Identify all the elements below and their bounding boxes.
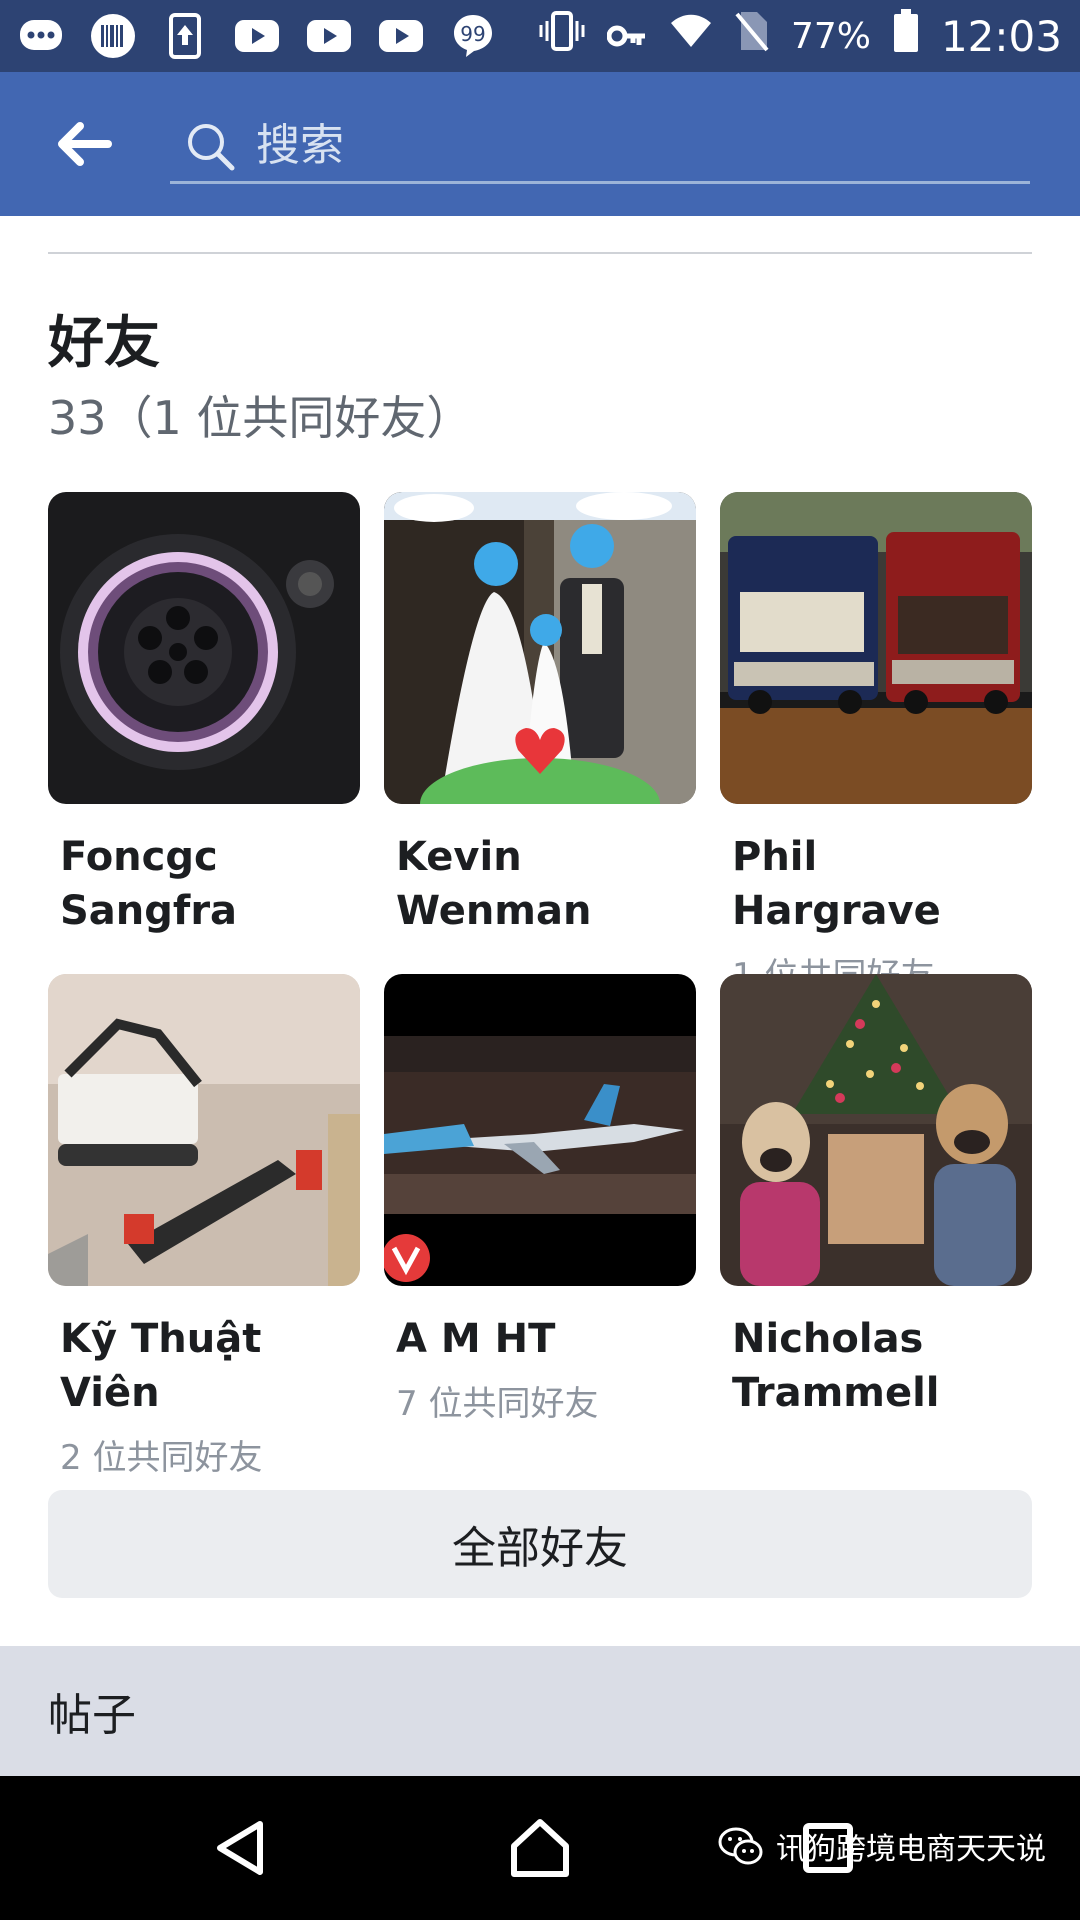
search-icon [188, 123, 235, 170]
svg-text:99: 99 [460, 22, 485, 46]
watermark: 讯狗跨境电商天天说 [718, 1824, 1046, 1868]
friend-photo[interactable] [384, 492, 696, 804]
barcode-icon [90, 13, 136, 59]
wechat-icon [718, 1827, 763, 1865]
upload-icon [162, 13, 208, 59]
friend-photo[interactable] [720, 492, 1032, 804]
posts-section-header: 帖子 [0, 1646, 1080, 1776]
vibrate-icon [539, 11, 585, 61]
posts-section-title: 帖子 [48, 1690, 136, 1741]
friend-name[interactable]: A M HT [384, 1312, 696, 1366]
friend-mutual: 2 位共同好友 [60, 1438, 263, 1478]
back-button[interactable] [34, 94, 134, 194]
back-arrow-icon [58, 122, 112, 166]
friend-card[interactable]: Kevin Wenman [384, 492, 696, 948]
friends-section-title: 好友 [48, 311, 160, 376]
clock: 12:03 [940, 11, 1062, 61]
status-bar: 99 77% 12:03 [0, 0, 1080, 72]
back-triangle-icon [217, 1821, 263, 1875]
wifi-icon [669, 13, 713, 59]
friend-card[interactable]: Nicholas Trammell [720, 974, 1032, 1430]
no-sim-icon [735, 10, 769, 62]
youtube-icon [234, 13, 280, 59]
all-friends-button[interactable]: 全部好友 [48, 1490, 1032, 1598]
friend-mutual: 7 位共同好友 [396, 1384, 599, 1424]
nav-back-button[interactable] [200, 1808, 280, 1888]
friend-name[interactable]: Kevin Wenman [384, 830, 696, 938]
friend-photo[interactable] [48, 492, 360, 804]
divider [48, 252, 1032, 254]
youtube-icon [378, 13, 424, 59]
notification-icons: 99 [18, 13, 496, 59]
youtube-icon [306, 13, 352, 59]
friend-photo[interactable] [48, 974, 360, 1286]
system-nav-bar: 讯狗跨境电商天天说 [0, 1776, 1080, 1920]
home-icon [511, 1819, 569, 1877]
key-icon [606, 13, 647, 59]
search-box[interactable] [170, 110, 1030, 184]
friend-name[interactable]: Foncgc Sangfra [48, 830, 360, 938]
system-status: 77% 12:03 [539, 9, 1062, 63]
friend-card[interactable]: Phil Hargrave 1 位共同好友 [720, 492, 1032, 997]
friend-card[interactable]: A M HT 7 位共同好友 [384, 974, 696, 1425]
friend-name[interactable]: Phil Hargrave [720, 830, 1032, 938]
search-input[interactable] [256, 120, 996, 171]
app-bar [0, 72, 1080, 216]
chat-icon [18, 13, 64, 59]
quote-icon: 99 [450, 13, 496, 59]
friends-count: 33（1 位共同好友） [48, 391, 473, 445]
friend-card[interactable]: Foncgc Sangfra [48, 492, 360, 948]
nav-home-button[interactable] [500, 1808, 580, 1888]
battery-icon [893, 9, 919, 63]
friend-photo[interactable] [384, 974, 696, 1286]
friend-name[interactable]: Nicholas Trammell [720, 1312, 1032, 1420]
friend-photo[interactable] [720, 974, 1032, 1286]
friend-name[interactable]: Kỹ Thuật Viên [48, 1312, 360, 1420]
battery-percent: 77% [790, 15, 871, 57]
friend-card[interactable]: Kỹ Thuật Viên 2 位共同好友 [48, 974, 360, 1479]
watermark-text: 讯狗跨境电商天天说 [776, 1832, 1046, 1867]
profile-content: 好友 33（1 位共同好友） Foncgc Sangfra Kevin Wenm… [0, 216, 1080, 1646]
